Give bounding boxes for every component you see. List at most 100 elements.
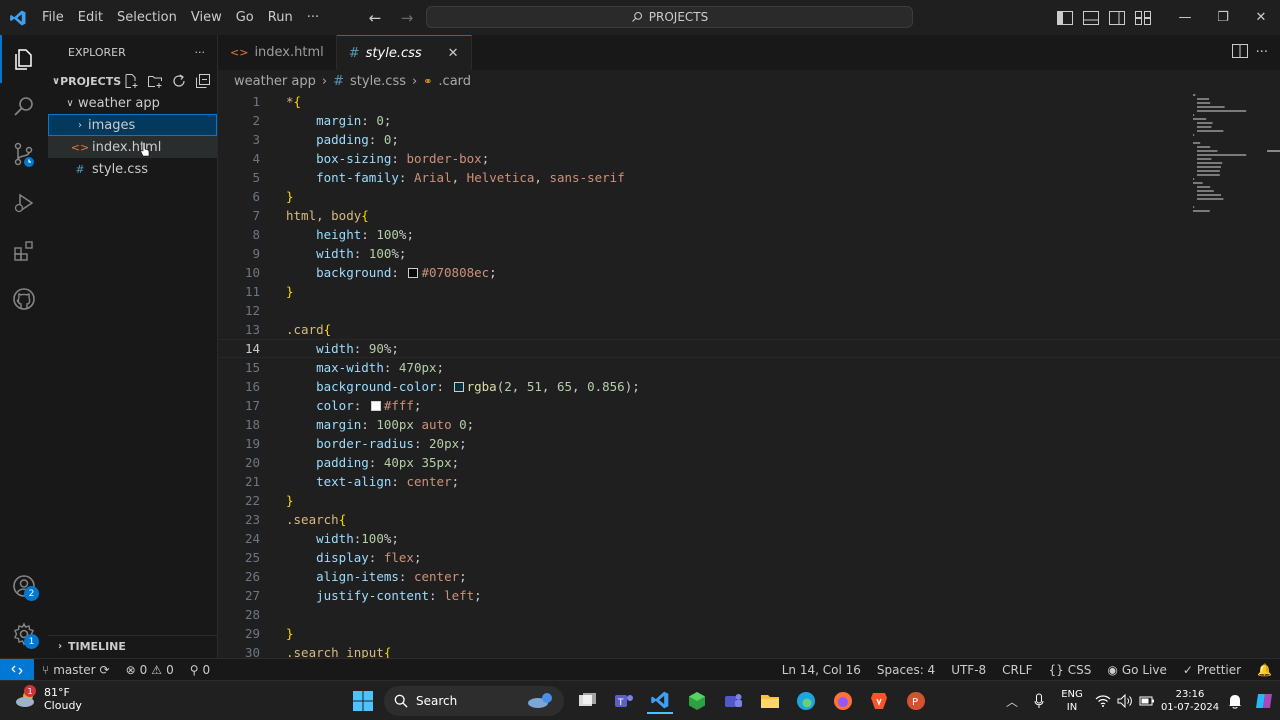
color-swatch[interactable]: [370, 401, 381, 411]
explorer-more-actions[interactable]: ···: [195, 46, 206, 59]
task-view-icon[interactable]: [575, 688, 601, 714]
code-line[interactable]: 16 background-color: rgba(2, 51, 65, 0.8…: [218, 377, 1280, 396]
code-line[interactable]: 27 justify-content: left;: [218, 586, 1280, 605]
prettier-status[interactable]: ✓ Prettier: [1175, 663, 1249, 677]
code-line[interactable]: 17 color: #fff;: [218, 396, 1280, 415]
cursor-position[interactable]: Ln 14, Col 16: [774, 663, 869, 677]
source-control-icon[interactable]: [0, 131, 48, 179]
code-line[interactable]: 5 font-family: Arial, Helvetica, sans-se…: [218, 168, 1280, 187]
end-of-line[interactable]: CRLF: [994, 663, 1040, 677]
code-line[interactable]: 26 align-items: center;: [218, 567, 1280, 586]
encoding[interactable]: UTF-8: [943, 663, 994, 677]
menu-file[interactable]: File: [35, 0, 71, 35]
search-icon[interactable]: [0, 83, 48, 131]
code-line[interactable]: 9 width: 100%;: [218, 244, 1280, 263]
new-file-icon[interactable]: [121, 71, 141, 91]
projects-section-header[interactable]: ∨ PROJECTS: [48, 70, 217, 92]
code-line[interactable]: 24 width:100%;: [218, 529, 1280, 548]
split-editor-icon[interactable]: [1231, 43, 1248, 62]
more-actions-icon[interactable]: ···: [1256, 45, 1268, 60]
code-line[interactable]: 25 display: flex;: [218, 548, 1280, 567]
forward-arrow-icon[interactable]: →: [397, 8, 417, 28]
edge-browser-icon[interactable]: [793, 688, 819, 714]
toggle-primary-sidebar-icon[interactable]: [1052, 0, 1078, 35]
code-line[interactable]: 12: [218, 301, 1280, 320]
code-line[interactable]: 2 margin: 0;: [218, 111, 1280, 130]
teams-icon[interactable]: [720, 688, 746, 714]
code-line[interactable]: 7 html, body{: [218, 206, 1280, 225]
app-cube-icon[interactable]: [684, 688, 710, 714]
explorer-icon[interactable]: [0, 35, 48, 83]
extensions-icon[interactable]: [0, 227, 48, 275]
weather-widget[interactable]: 1 81°F Cloudy: [14, 685, 82, 712]
code-line[interactable]: 21 text-align: center;: [218, 472, 1280, 491]
menu-view[interactable]: View: [184, 0, 229, 35]
wifi-icon[interactable]: [1092, 695, 1114, 707]
manage-gear-icon[interactable]: 1: [0, 610, 48, 658]
code-line[interactable]: 28: [218, 605, 1280, 624]
back-arrow-icon[interactable]: ←: [365, 8, 385, 28]
close-tab-icon[interactable]: ✕: [448, 46, 459, 61]
color-swatch[interactable]: [408, 268, 419, 278]
tree-item-index-html[interactable]: <> index.html: [48, 136, 217, 158]
code-line[interactable]: 10 background: #070808ec;: [218, 263, 1280, 282]
indentation[interactable]: Spaces: 4: [869, 663, 943, 677]
toggle-panel-icon[interactable]: [1078, 0, 1104, 35]
microphone-icon[interactable]: [1026, 693, 1052, 709]
code-line[interactable]: 22}: [218, 491, 1280, 510]
menu-selection[interactable]: Selection: [110, 0, 184, 35]
notification-bell-icon[interactable]: [1222, 693, 1248, 709]
powerpoint-icon[interactable]: P: [903, 688, 929, 714]
code-line[interactable]: 29}: [218, 624, 1280, 643]
file-explorer-icon[interactable]: [757, 688, 783, 714]
code-line[interactable]: 11}: [218, 282, 1280, 301]
breadcrumb-symbol[interactable]: .card: [438, 74, 471, 89]
code-line[interactable]: 19 border-radius: 20px;: [218, 434, 1280, 453]
code-line[interactable]: 20 padding: 40px 35px;: [218, 453, 1280, 472]
clock[interactable]: 23:16 01-07-2024: [1158, 688, 1222, 714]
code-line[interactable]: 18 margin: 100px auto 0;: [218, 415, 1280, 434]
windows-start-icon[interactable]: [350, 688, 376, 714]
tree-folder-weather-app[interactable]: ∨ weather app: [48, 92, 217, 114]
menu-run[interactable]: Run: [261, 0, 300, 35]
code-line[interactable]: 6}: [218, 187, 1280, 206]
notifications-bell-icon[interactable]: 🔔: [1249, 663, 1280, 677]
ports-status[interactable]: ⚲ 0: [182, 663, 218, 677]
breadcrumb-file[interactable]: style.css: [350, 74, 406, 89]
tab-style-css[interactable]: # style.css ✕: [336, 35, 472, 70]
code-line[interactable]: 4 box-sizing: border-box;: [218, 149, 1280, 168]
copilot-icon[interactable]: [1248, 691, 1280, 711]
close-window-icon[interactable]: ✕: [1242, 0, 1280, 35]
language-mode[interactable]: {} CSS: [1040, 663, 1099, 677]
tree-item-images[interactable]: › images: [48, 114, 217, 136]
code-line[interactable]: 15 max-width: 470px;: [218, 358, 1280, 377]
code-line[interactable]: 8 height: 100%;: [218, 225, 1280, 244]
refresh-explorer-icon[interactable]: [169, 71, 189, 91]
code-line[interactable]: 23 .search{: [218, 510, 1280, 529]
branch-status[interactable]: ⑂ master ⟳: [34, 663, 118, 677]
menu-go[interactable]: Go: [229, 0, 261, 35]
volume-icon[interactable]: [1114, 694, 1136, 708]
battery-icon[interactable]: [1136, 694, 1158, 708]
command-center-search[interactable]: PROJECTS: [426, 6, 913, 28]
restore-window-icon[interactable]: ❐: [1204, 0, 1242, 35]
code-line[interactable]: 1 *{: [218, 92, 1280, 111]
tab-index-html[interactable]: <> index.html: [218, 35, 337, 70]
minimap[interactable]: [1190, 92, 1260, 222]
github-icon[interactable]: [0, 275, 48, 323]
color-swatch[interactable]: [453, 382, 464, 392]
teams-chat-icon[interactable]: T: [611, 688, 637, 714]
code-editor[interactable]: 1 *{2 margin: 0; 3 padding: 0; 4 box-sizing…: [218, 92, 1280, 658]
customize-layout-icon[interactable]: [1130, 0, 1156, 35]
taskbar-search[interactable]: Search: [384, 686, 564, 716]
code-line[interactable]: 3 padding: 0;: [218, 130, 1280, 149]
chevron-up-icon[interactable]: ︿: [998, 693, 1026, 710]
code-line[interactable]: 30 .search input{: [218, 643, 1280, 658]
toggle-secondary-sidebar-icon[interactable]: [1104, 0, 1130, 35]
timeline-section-header[interactable]: › TIMELINE: [48, 635, 218, 657]
accounts-icon[interactable]: 2: [0, 562, 48, 610]
problems-status[interactable]: ⊗ 0 ⚠ 0: [118, 663, 182, 677]
scrollbar-position-indicator[interactable]: [1267, 150, 1280, 152]
new-folder-icon[interactable]: [145, 71, 165, 91]
brave-browser-icon[interactable]: [866, 688, 892, 714]
